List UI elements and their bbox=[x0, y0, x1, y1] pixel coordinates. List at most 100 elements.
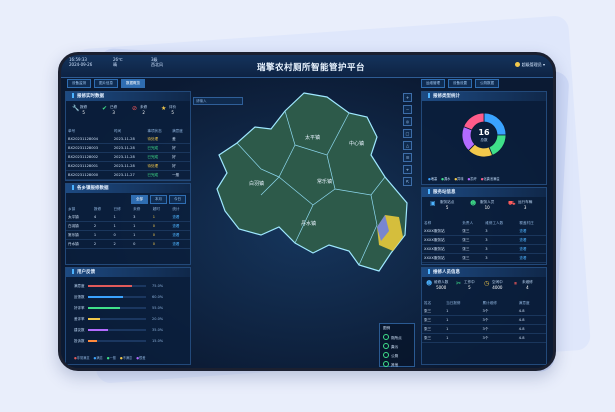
table-row: XXXX服务站 张三 3 查看 bbox=[422, 245, 546, 254]
feedback-legend: ●非常满意 ●满意 ●一般 ●不满意 ●很差 bbox=[74, 355, 145, 360]
truck-icon: ⛟ bbox=[508, 200, 516, 207]
page-title: 瑞擎农村厕所智能管护平台 bbox=[256, 63, 365, 73]
table-row[interactable]: BX20231128002 2023-11-28 已完成好 bbox=[66, 153, 190, 162]
table-row[interactable]: BX20231128001 2023-11-28 待处理好 bbox=[66, 162, 190, 171]
layers-button[interactable]: ☰ bbox=[403, 153, 412, 162]
col-header: 事项状态 bbox=[147, 128, 162, 133]
bar-track bbox=[88, 329, 146, 331]
view-link[interactable]: 查看 bbox=[170, 213, 190, 222]
donut-center-value: 16 bbox=[478, 128, 490, 137]
tab-ops[interactable]: 运维管理 bbox=[421, 79, 445, 88]
user-feedback-panel: 用户反馈 满意度 75.0% 反馈数 60.0% 好评率 55.0% 差评率 20.0% 建议数… bbox=[65, 267, 191, 365]
bar-track bbox=[88, 340, 146, 342]
tab-overview[interactable]: 数据概览 bbox=[121, 79, 145, 88]
map-legend: 图例 厕所点 粪污 公厕 其他 bbox=[379, 323, 415, 367]
measure-button[interactable]: ⌖ bbox=[403, 165, 412, 174]
legend-item: ●损坏 bbox=[467, 177, 477, 181]
legend-item: ●异味 bbox=[454, 177, 464, 181]
town-label: 中心镇 bbox=[349, 140, 364, 147]
bar-track bbox=[88, 318, 146, 320]
county-region[interactable] bbox=[216, 92, 408, 272]
tab-images[interactable]: 图片信息 bbox=[94, 79, 118, 88]
col-header: 维修工人数 bbox=[485, 220, 504, 225]
bar-track bbox=[88, 285, 146, 287]
table-row: 丹水镇 2 2 0 0 查看 bbox=[66, 240, 190, 249]
repair-staff-panel: 维修人员信息 ☻ 维修人数 5000 ✂ 工作中 5 ◷ 空闲中 4000 ⏸ 未维修… bbox=[421, 267, 547, 365]
bar-label: 投诉数 bbox=[74, 339, 85, 343]
panel-title: 服务站信息 bbox=[422, 188, 546, 197]
weather: 26℃ 晴 bbox=[113, 57, 123, 67]
pause-icon: ⏸ bbox=[514, 280, 518, 287]
user-menu[interactable]: 超级管理员 ▾ bbox=[515, 62, 545, 68]
legend-item[interactable]: 公厕 bbox=[380, 351, 414, 360]
stat-staff: 服务人员 10 bbox=[480, 200, 495, 210]
legend-item[interactable]: 厕所点 bbox=[380, 333, 414, 342]
view-link[interactable]: 查看 bbox=[517, 245, 546, 254]
town-label: 常乐镇 bbox=[317, 178, 332, 185]
col-header: 单号 bbox=[68, 128, 76, 133]
legend-item[interactable]: 其他 bbox=[380, 360, 414, 368]
bar-track bbox=[88, 296, 146, 298]
col-header: 名称 bbox=[424, 220, 432, 225]
alert-icon: ⊘ bbox=[132, 105, 138, 112]
clock: 16:59:33 2024-09-26 bbox=[69, 57, 92, 67]
service-station-panel: 服务站信息 ▣ 服务站点 5 ☻ 服务人员 10 ⛟ 运行车辆 3 名称 负责人 维修… bbox=[421, 187, 547, 265]
view-link[interactable]: 查看 bbox=[517, 236, 546, 245]
stat-staff-total: 维修人数 5000 bbox=[434, 280, 449, 290]
repair-type-panel: 报修类型统计 16 总数 ●堵塞 ●漏水 ●异味 ●损坏 ●化粪池满溢 bbox=[421, 91, 547, 185]
legend-item: ●非常满意 bbox=[74, 356, 90, 360]
table-row: XXXX服务站 张三 3 查看 bbox=[422, 227, 546, 236]
col-header: 满意度 bbox=[172, 128, 183, 133]
bar-percent: 60.0% bbox=[152, 295, 164, 299]
view-link[interactable]: 查看 bbox=[170, 240, 190, 249]
table-row[interactable]: BX20231128000 2023-11-27 已完成 一般 bbox=[66, 171, 190, 180]
table-row[interactable]: BX20231128003 2023-11-28 已完成好 bbox=[66, 144, 190, 153]
stat-fixed: 已修 3 bbox=[110, 105, 118, 115]
legend-item: ●满意 bbox=[93, 356, 103, 360]
stat-working: 工作中 5 bbox=[464, 280, 475, 290]
tab-public[interactable]: 公厕数据 bbox=[475, 79, 499, 88]
table-row: 张三 1 3个 4.8 bbox=[422, 325, 546, 334]
col-header: 报修 bbox=[93, 206, 102, 211]
bar-label: 好评率 bbox=[74, 306, 85, 310]
tablet-frame: 16:59:33 2024-09-26 26℃ 晴 3级 西北风 瑞擎农村厕所智… bbox=[58, 52, 556, 371]
filter-all[interactable]: 全部 bbox=[131, 195, 148, 204]
right-tabs: 运维管理 设备设置 公厕数据 bbox=[421, 79, 499, 88]
bar-fill bbox=[88, 329, 109, 331]
staff-table: 姓名 当日报修 累计维修 满意度 张三 1 3个 4.8 张三 1 3个 4.8 张三 1 3个… bbox=[422, 299, 546, 343]
fullscreen-button[interactable]: ⇱ bbox=[403, 177, 412, 186]
zoom-out-button[interactable]: − bbox=[403, 105, 412, 114]
station-table: 名称 负责人 维修工人数 覆盖村庄 XXXX服务站 张三 3 查看 XXXX服务站 张三… bbox=[422, 219, 546, 263]
county-map[interactable]: 太平镇 白羽镇 常乐镇 丹水镇 中心镇 bbox=[209, 85, 409, 275]
bar-percent: 35.0% bbox=[152, 328, 164, 332]
filter-month[interactable]: 本月 bbox=[150, 195, 167, 204]
view-link[interactable]: 查看 bbox=[170, 231, 190, 240]
table-row[interactable]: BX20231128004 2023-11-28 待处理差 bbox=[66, 135, 190, 144]
panel-title: 用户反馈 bbox=[66, 268, 190, 277]
legend-item[interactable]: 粪污 bbox=[380, 342, 414, 351]
bar-percent: 15.0% bbox=[152, 339, 164, 343]
star-icon: ★ bbox=[161, 105, 167, 112]
bar-fill bbox=[88, 318, 100, 320]
select-box-button[interactable]: □ bbox=[403, 129, 412, 138]
panel-title: 维修人员信息 bbox=[422, 268, 546, 277]
bar-percent: 20.0% bbox=[152, 317, 164, 321]
view-link[interactable]: 查看 bbox=[170, 222, 190, 231]
stat-unfixed: 未修 2 bbox=[140, 105, 148, 115]
draw-button[interactable]: △ bbox=[403, 141, 412, 150]
person-icon: ☻ bbox=[426, 280, 433, 287]
panel-title: 各乡镇报修数据 bbox=[66, 184, 190, 193]
zoom-in-button[interactable]: + bbox=[403, 93, 412, 102]
repair-realtime-panel: 报修实时数据 🔧 报修 5 ✔ 已修 3 ⊘ 未修 2 ★ 评价 5 单号 时间 事项状… bbox=[65, 91, 191, 181]
tab-device[interactable]: 设备监测 bbox=[67, 79, 91, 88]
town-label: 白羽镇 bbox=[249, 180, 264, 187]
person-icon: ☻ bbox=[470, 200, 477, 207]
avatar-icon bbox=[515, 62, 521, 67]
locate-button[interactable]: ◎ bbox=[403, 117, 412, 126]
view-link[interactable]: 查看 bbox=[517, 227, 546, 236]
col-header: 时间 bbox=[113, 128, 122, 133]
bar-fill bbox=[88, 296, 123, 298]
view-link[interactable]: 查看 bbox=[517, 254, 546, 263]
filter-today[interactable]: 今日 bbox=[169, 195, 186, 204]
tab-settings[interactable]: 设备设置 bbox=[448, 79, 472, 88]
